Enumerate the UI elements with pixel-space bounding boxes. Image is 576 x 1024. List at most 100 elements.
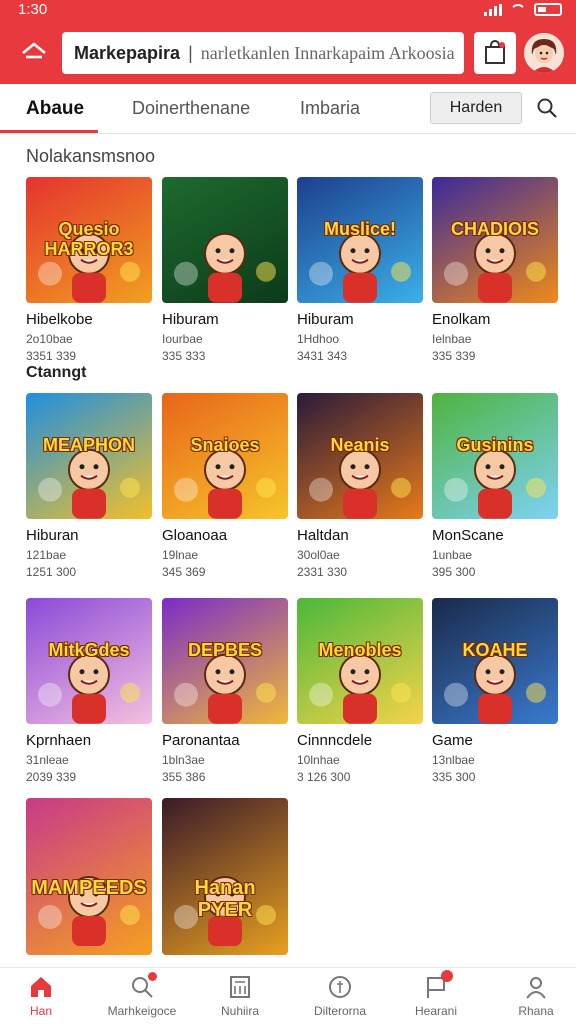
explosion-icon — [309, 448, 411, 519]
search-nav-icon — [129, 972, 157, 1000]
game-thumbnail-title: Hanan PYER — [194, 876, 256, 921]
signal-icon — [484, 3, 502, 16]
coin-nav-icon — [327, 974, 353, 1000]
game-card[interactable]: MAMPEEDS — [26, 798, 152, 955]
battery-icon — [534, 3, 562, 16]
tab-doinerthenane[interactable]: Doinerthenane — [132, 98, 250, 119]
game-card[interactable]: Gusinins MonScane 1unbae 395 300 — [432, 393, 558, 582]
game-thumbnail[interactable]: MitkGdes — [26, 598, 152, 724]
active-tab-indicator — [0, 130, 98, 133]
game-thumbnail[interactable]: Quesio HARROR3 — [26, 177, 152, 303]
game-stats: 3 126 300 — [297, 770, 351, 785]
game-thumbnail-title: Snaioes — [190, 434, 260, 455]
notification-dot — [148, 972, 157, 981]
nav-nuhiira[interactable]: Nuhiira — [192, 974, 288, 1018]
tunnel-icon — [444, 653, 546, 724]
game-card[interactable]: Snaioes Gloanoaa 19lnae 345 369 — [162, 393, 288, 582]
game-thumbnail[interactable]: KOAHE — [432, 598, 558, 724]
game-card[interactable]: Hanan PYER — [162, 798, 288, 955]
game-thumbnail-title: MitkGdes — [48, 639, 130, 660]
game-stats: 335 300 — [432, 770, 476, 785]
game-card[interactable]: Neanis Haltdan 30ol0ae 2331 330 — [297, 393, 423, 582]
game-thumbnail[interactable]: Muslice! — [297, 177, 423, 303]
girl-monsters-icon — [174, 653, 276, 724]
game-card[interactable]: MitkGdes Kprnhaen 31nleae 2039 339 — [26, 598, 152, 787]
game-category: 31nleae — [26, 753, 69, 767]
game-thumbnail-title: Gusinins — [456, 434, 534, 455]
game-card[interactable]: CHADIOIS Enolkam Ielnbae 335 339 — [432, 177, 558, 366]
game-thumbnail-title: Neanis — [330, 434, 390, 455]
game-thumbnail[interactable]: CHADIOIS — [432, 177, 558, 303]
tab-imbaria[interactable]: Imbaria — [300, 98, 360, 119]
search-input[interactable]: Markepapira | narletkanlen Innarkapaim A… — [62, 32, 464, 74]
nav-home[interactable]: Han — [0, 974, 89, 1018]
game-thumbnail[interactable]: DEPBES — [162, 598, 288, 724]
app-bar: Markepapira | narletkanlen Innarkapaim A… — [0, 22, 576, 84]
bubbles-icon — [309, 232, 411, 303]
game-stats: 2331 330 — [297, 565, 348, 580]
game-thumbnail[interactable]: MEAPHON — [26, 393, 152, 519]
home-icon[interactable] — [20, 39, 48, 67]
kids-run-icon — [444, 448, 546, 519]
person-nav-icon — [523, 974, 549, 1000]
game-card[interactable]: Quesio HARROR3 Hibelkobe 2o10bae 3351 339 — [26, 177, 152, 366]
harden-button[interactable]: Harden — [430, 92, 522, 124]
game-name: Gloanoaa — [162, 527, 228, 544]
search-icon[interactable] — [536, 97, 558, 119]
game-name: Cinnncdele — [297, 732, 373, 749]
game-thumbnail[interactable] — [162, 177, 288, 303]
cart-icon — [485, 40, 505, 64]
game-stats: 345 369 — [162, 565, 206, 580]
game-card[interactable]: Muslice! Hiburam 1Hdhoo 3431 343 — [297, 177, 423, 366]
game-thumbnail[interactable]: Menobles — [297, 598, 423, 724]
boy-ball-icon — [174, 232, 276, 303]
game-thumbnail[interactable]: Neanis — [297, 393, 423, 519]
red-bear-icon — [38, 448, 140, 519]
search-placeholder: narletkanlen Innarkapaim Arkoosia — [200, 42, 455, 63]
game-thumbnail[interactable]: Gusinins — [432, 393, 558, 519]
game-thumbnail[interactable]: MAMPEEDS — [26, 798, 152, 955]
game-thumbnail[interactable]: Hanan PYER — [162, 798, 288, 955]
game-name: Hibelkobe — [26, 311, 93, 328]
game-stats: 335 339 — [432, 349, 476, 364]
brand-name: Markepapira — [74, 42, 181, 63]
section-title-1: Nolakansmsnoo — [26, 146, 156, 166]
game-thumbnail-title: Muslice! — [323, 218, 397, 239]
game-card[interactable]: Menobles Cinnncdele 10lnhae 3 126 300 — [297, 598, 423, 787]
game-category: 19lnae — [162, 548, 199, 562]
tab-abaue[interactable]: Abaue — [26, 98, 84, 120]
game-category: 2o10bae — [26, 332, 73, 346]
nav-hearani-label: Hearani — [414, 1004, 458, 1018]
nav-dilterorna[interactable]: Dilterorna — [292, 974, 388, 1018]
game-card[interactable]: KOAHE Game 13nlbae 335 300 — [432, 598, 558, 787]
game-name: Hiburan — [26, 527, 79, 544]
game-card[interactable]: MEAPHON Hiburan 121bae 1251 300 — [26, 393, 152, 582]
nav-home-label: Han — [29, 1004, 52, 1018]
game-category: Iourbae — [162, 332, 203, 346]
game-card[interactable]: Hiburam Iourbae 335 333 — [162, 177, 288, 366]
game-stats: 1251 300 — [26, 565, 77, 580]
game-category: 1Hdhoo — [297, 332, 340, 346]
nav-hearani[interactable]: Hearani — [388, 970, 484, 1018]
nav-profile-label: Rhana — [518, 1004, 554, 1018]
nav-profile[interactable]: Rhana — [488, 974, 576, 1018]
game-stats: 335 333 — [162, 349, 206, 364]
dino-icon — [174, 448, 276, 519]
game-name: Paronantaa — [162, 732, 240, 749]
game-thumbnail-title: MAMPEEDS — [31, 876, 147, 899]
game-category: 1bln3ae — [162, 753, 205, 767]
kids-walk-icon — [309, 653, 411, 724]
kids-group-icon — [38, 653, 140, 724]
game-thumbnail[interactable]: Snaioes — [162, 393, 288, 519]
game-card[interactable]: DEPBES Paronantaa 1bln3ae 355 386 — [162, 598, 288, 787]
game-category: 121bae — [26, 548, 67, 562]
game-category: 30ol0ae — [297, 548, 340, 562]
game-name: Hiburam — [297, 311, 354, 328]
cart-button[interactable] — [474, 32, 516, 74]
game-name: MonScane — [432, 527, 504, 544]
nav-marketplace[interactable]: Marhkeigoce — [94, 972, 190, 1018]
game-stats: 3351 339 — [26, 349, 77, 364]
tab-bar: Abaue Doinerthenane Imbaria Harden — [0, 84, 576, 134]
status-time: 1:30 — [18, 1, 48, 18]
avatar[interactable] — [524, 33, 564, 73]
